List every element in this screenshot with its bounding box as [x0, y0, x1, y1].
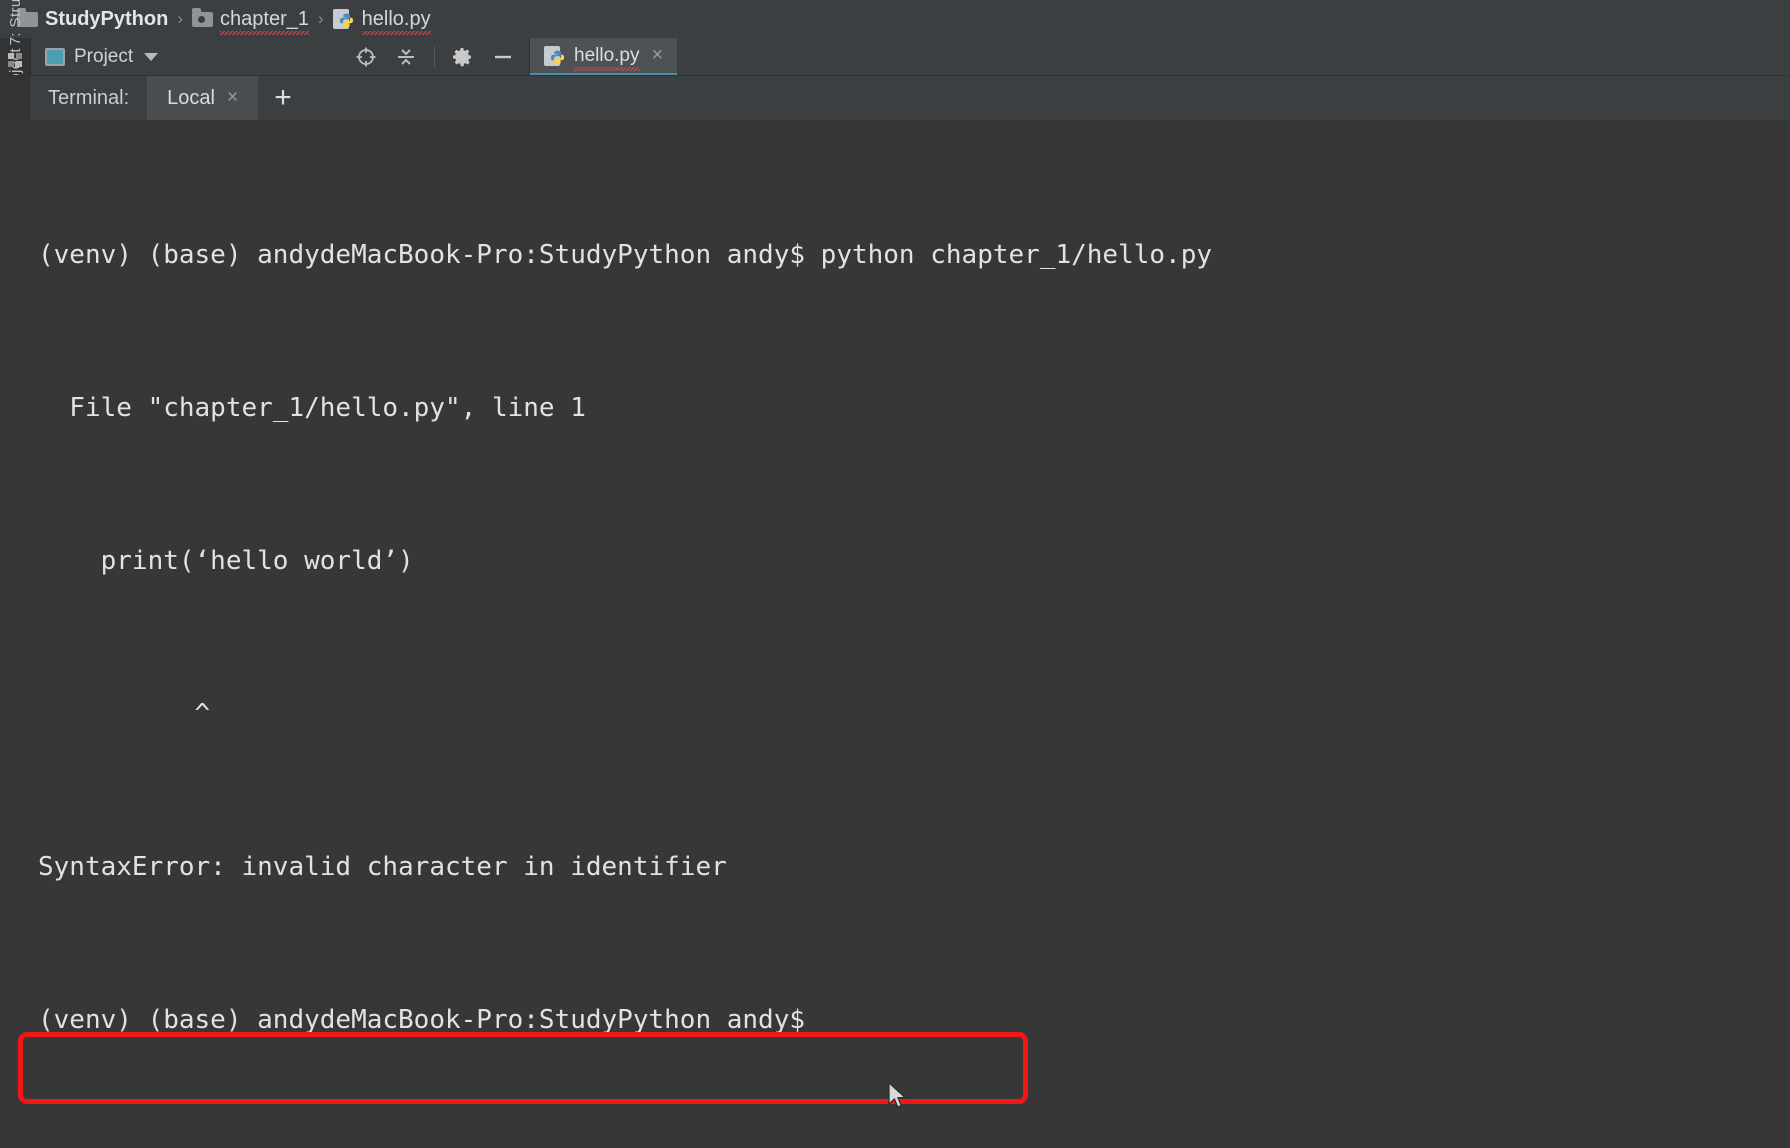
terminal-line-prompt: (venv) (base) andydeMacBook-Pro:StudyPyt… — [38, 995, 1790, 1046]
breadcrumb: StudyPython › chapter_1 › hello.py — [0, 0, 1790, 38]
toolbar-divider — [434, 46, 435, 68]
editor-tab-label: hello.py — [574, 45, 640, 67]
close-icon[interactable]: × — [227, 87, 238, 109]
terminal-tab-bar: Terminal: Local × + — [0, 76, 1790, 120]
collapse-all-icon[interactable] — [394, 45, 418, 69]
editor-tab-hellopy[interactable]: hello.py × — [530, 38, 677, 76]
python-snake-glyph — [339, 13, 354, 28]
left-tool-stripe: 1: Project 7: Structure — [0, 38, 31, 75]
breadcrumb-item-hellopy[interactable]: hello.py — [330, 7, 434, 32]
tool-button-structure[interactable]: 7: Structure — [0, 0, 30, 67]
editor-and-project-band: 1: Project 7: Structure Project — [0, 38, 1790, 75]
terminal-line-error: SyntaxError: invalid character in identi… — [38, 842, 1790, 893]
structure-icon — [8, 53, 22, 67]
close-icon[interactable]: × — [652, 44, 664, 67]
project-panel-header: Project — [31, 38, 529, 77]
python-file-icon — [333, 8, 355, 30]
breadcrumb-separator: › — [175, 9, 185, 29]
terminal-tool-window: Terminal: Local × + (venv) (base) andyde… — [0, 75, 1790, 1148]
project-window-icon — [45, 48, 65, 66]
gear-icon[interactable] — [451, 45, 475, 69]
pycharm-window: StudyPython › chapter_1 › hello.py 1: Pr… — [0, 0, 1790, 1148]
locate-target-icon[interactable] — [354, 45, 378, 69]
python-file-icon — [544, 45, 566, 67]
terminal-line: print(‘hello world’) — [38, 536, 1790, 587]
project-panel-title: Project — [74, 46, 133, 68]
breadcrumb-item-chapter1[interactable]: chapter_1 — [189, 7, 312, 32]
editor-pane: hello.py × 1 2 3 4 5 print(‘hello world’… — [530, 38, 1790, 75]
terminal-tab-local[interactable]: Local × — [147, 76, 258, 120]
terminal-line: ^ — [38, 689, 1790, 740]
breadcrumb-label: StudyPython — [45, 8, 168, 31]
breadcrumb-separator: › — [316, 9, 326, 29]
editor-tab-bar: hello.py × — [530, 38, 1790, 76]
terminal-tab-label: Local — [167, 87, 215, 110]
tool-button-structure-label: 7: Structure — [7, 0, 24, 45]
terminal-line: File "chapter_1/hello.py", line 1 — [38, 383, 1790, 434]
breadcrumb-item-studypython[interactable]: StudyPython — [14, 7, 171, 32]
terminal-output[interactable]: (venv) (base) andydeMacBook-Pro:StudyPyt… — [0, 120, 1790, 1148]
editor-tab-bar-empty — [677, 38, 1790, 76]
python-snake-glyph — [550, 50, 565, 65]
source-folder-icon — [192, 12, 213, 27]
add-terminal-button[interactable]: + — [258, 76, 308, 120]
minimize-icon[interactable] — [491, 45, 515, 69]
breadcrumb-label: chapter_1 — [220, 8, 309, 31]
project-tool-window: Project — [31, 38, 530, 75]
chevron-down-icon[interactable] — [144, 53, 158, 61]
terminal-tab-bar-empty — [308, 76, 1790, 120]
terminal-line: (venv) (base) andydeMacBook-Pro:StudyPyt… — [38, 230, 1790, 281]
breadcrumb-label: hello.py — [362, 8, 431, 31]
terminal-label: Terminal: — [30, 76, 147, 120]
